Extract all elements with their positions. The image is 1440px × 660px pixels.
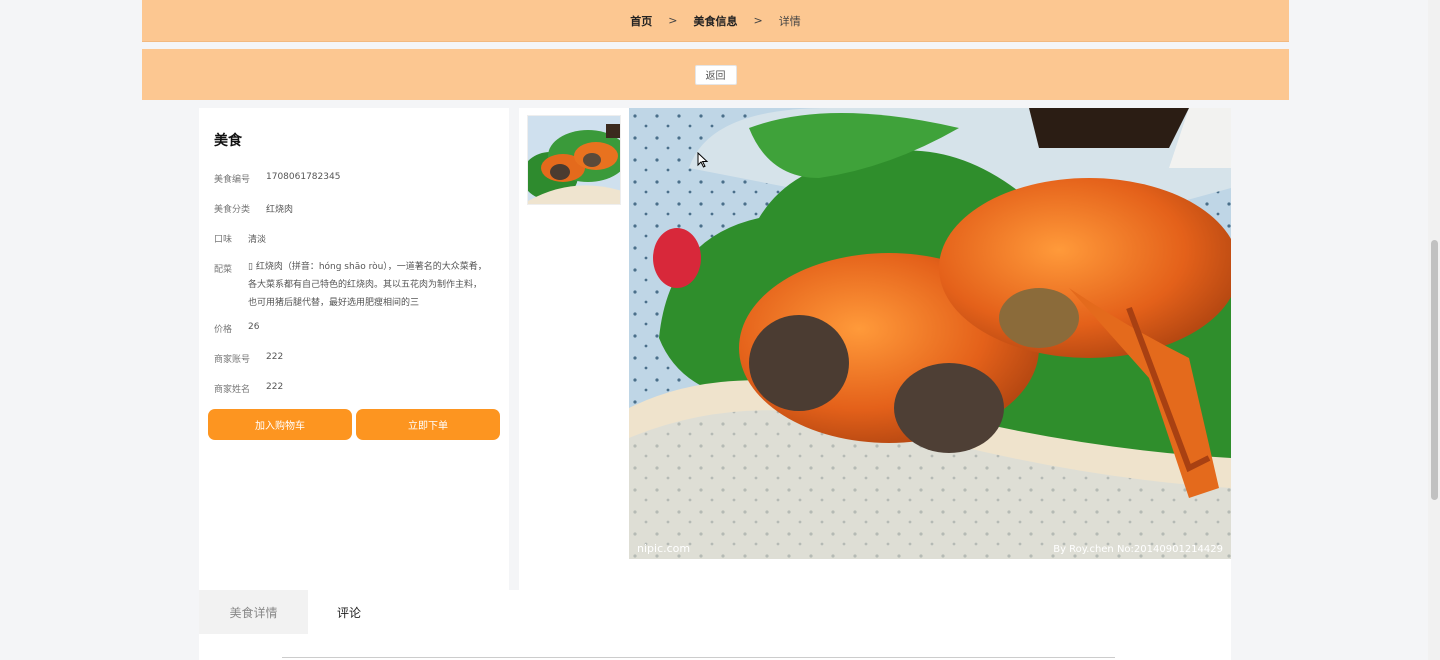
scrollbar-thumb[interactable] — [1431, 240, 1438, 500]
food-taste-row: 口味 清淡 — [214, 232, 266, 245]
detail-tabs: 美食详情 评论 — [199, 590, 1231, 660]
image-gallery: nipic.com By Roy.chen No:20140901214429 — [519, 108, 1231, 590]
food-info-panel: 美食 美食编号 1708061782345 美食分类 红烧肉 口味 清淡 配菜 … — [199, 108, 509, 590]
field-label: 配菜 — [214, 265, 233, 275]
field-label: 口味 — [214, 235, 233, 245]
breadcrumb-current: 详情 — [778, 14, 801, 28]
tab-comments[interactable]: 评论 — [308, 590, 390, 634]
field-label: 美食分类 — [214, 205, 251, 215]
breadcrumb-separator: > — [753, 14, 763, 27]
breadcrumb-food-info-link[interactable]: 美食信息 — [694, 13, 738, 29]
breadcrumb-home-link[interactable]: 首页 — [630, 13, 652, 29]
field-value: 清淡 — [248, 235, 267, 245]
food-title: 美食 — [214, 133, 242, 149]
scrollbar[interactable] — [1428, 0, 1440, 660]
field-value: ▯ 红烧肉（拼音：hóng shāo ròu），一道著名的大众菜肴，各大菜系都有… — [248, 262, 487, 308]
food-thumbnail[interactable] — [527, 115, 621, 205]
divider — [282, 657, 1115, 658]
back-button[interactable]: 返回 — [694, 64, 737, 85]
field-value: 1708061782345 — [266, 172, 341, 182]
image-watermark-right: By Roy.chen No:20140901214429 — [1053, 544, 1223, 555]
merchant-name-row: 商家姓名 222 — [214, 382, 283, 395]
mouse-cursor-icon — [697, 151, 709, 172]
food-code-row: 美食编号 1708061782345 — [214, 172, 340, 185]
field-label: 美食编号 — [214, 175, 251, 185]
food-side-dish-row: 配菜 ▯ 红烧肉（拼音：hóng shāo ròu），一道著名的大众菜肴，各大菜… — [214, 262, 488, 312]
add-to-cart-button[interactable]: 加入购物车 — [208, 409, 352, 440]
merchant-account-row: 商家账号 222 — [214, 352, 283, 365]
field-label: 商家账号 — [214, 355, 251, 365]
field-value: 222 — [266, 382, 284, 392]
food-price-row: 价格 26 — [214, 322, 259, 335]
field-value: 26 — [248, 322, 260, 332]
field-value: 红烧肉 — [266, 205, 294, 215]
tab-food-detail[interactable]: 美食详情 — [199, 590, 308, 634]
breadcrumb: 首页 > 美食信息 > 详情 — [142, 0, 1289, 42]
back-bar: 返回 — [142, 49, 1289, 100]
field-label: 商家姓名 — [214, 385, 251, 395]
order-now-button[interactable]: 立即下单 — [356, 409, 500, 440]
food-category-row: 美食分类 红烧肉 — [214, 202, 293, 215]
breadcrumb-separator: > — [668, 14, 678, 27]
image-watermark-left: nipic.com — [637, 542, 690, 555]
food-main-image: nipic.com By Roy.chen No:20140901214429 — [629, 108, 1231, 559]
field-value: 222 — [266, 352, 284, 362]
field-label: 价格 — [214, 325, 233, 335]
